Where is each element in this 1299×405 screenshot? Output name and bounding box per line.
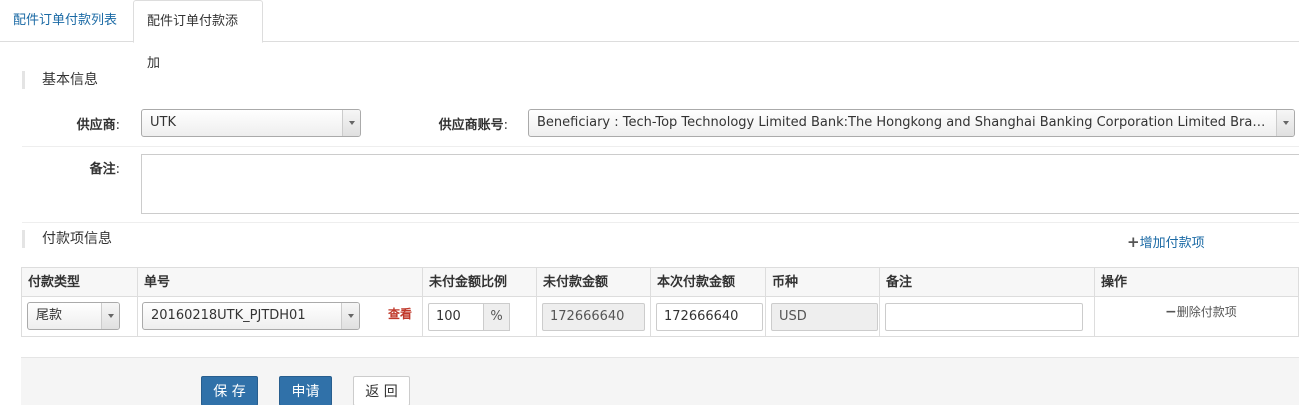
colon: :	[115, 162, 120, 177]
add-payment-item-label: 增加付款项	[1139, 236, 1205, 251]
chevron-down-icon	[101, 303, 119, 329]
table-cell	[880, 297, 1095, 337]
currency-input: USD	[771, 303, 878, 331]
chevron-down-icon	[341, 303, 359, 329]
tab-bar: 配件订单付款列表 配件订单付款添加	[0, 0, 1299, 71]
unpaid-ratio-input[interactable]: 100	[428, 303, 484, 331]
divider	[22, 222, 1299, 223]
unpaid-amount-input: 172666640	[542, 303, 645, 331]
supplier-select[interactable]: UTK	[141, 109, 361, 137]
percent-addon: %	[483, 303, 510, 331]
column-header: 本次付款金额	[651, 268, 766, 297]
add-payment-item-link[interactable]: +增加付款项	[1127, 232, 1205, 251]
section-title-basic: 基本信息	[22, 71, 98, 89]
table-header-row: 付款类型 单号 未付金额比例 未付款金额 本次付款金额 币种 备注 操作	[22, 268, 1298, 297]
remark-label: 备注:	[60, 158, 120, 177]
view-order-link[interactable]: 查看	[388, 305, 412, 322]
supplier-select-value: UTK	[150, 115, 176, 130]
colon: :	[115, 118, 120, 133]
account-label-text: 供应商账号	[438, 118, 504, 133]
table-cell: 尾款	[22, 297, 138, 337]
section-title-payment-items: 付款项信息	[22, 230, 112, 248]
apply-button[interactable]: 申请	[279, 376, 332, 405]
table-cell: USD	[766, 297, 880, 337]
column-header: 操作	[1101, 275, 1128, 290]
table-cell: 100 %	[423, 297, 537, 337]
column-header: 币种	[766, 268, 880, 297]
supplier-label-text: 供应商	[76, 118, 116, 133]
tab-payment-list[interactable]: 配件订单付款列表	[0, 0, 132, 42]
order-no-value: 20160218UTK_PJTDH01	[151, 308, 306, 323]
divider	[22, 146, 1299, 147]
back-button[interactable]: 返 回	[353, 376, 410, 405]
pay-amount-input[interactable]: 172666640	[656, 303, 763, 331]
table-cell: 20160218UTK_PJTDH01 查看	[138, 297, 423, 337]
payment-items-table: 付款类型 单号 未付金额比例 未付款金额 本次付款金额 币种 备注 操作 尾款 …	[21, 267, 1299, 337]
remark-textarea[interactable]	[141, 154, 1299, 214]
supplier-label: 供应商:	[60, 114, 120, 133]
column-header: 备注	[880, 268, 1095, 297]
minus-icon: −	[1165, 304, 1177, 320]
table-cell: 172666640	[651, 297, 766, 337]
plus-icon: +	[1127, 233, 1140, 251]
column-header: 未付金额比例	[423, 268, 537, 297]
account-select[interactable]: Beneficiary : Tech-Top Technology Limite…	[528, 109, 1295, 137]
item-remark-input[interactable]	[885, 303, 1083, 331]
table-cell: 172666640	[537, 297, 651, 337]
tab-payment-add[interactable]: 配件订单付款添加	[133, 0, 263, 71]
delete-payment-item-label: 删除付款项	[1176, 305, 1237, 319]
chevron-down-icon	[342, 110, 360, 136]
account-label: 供应商账号:	[420, 114, 508, 133]
column-header: 付款类型	[22, 268, 138, 297]
pay-type-select[interactable]: 尾款	[27, 302, 120, 330]
account-select-value: Beneficiary : Tech-Top Technology Limite…	[537, 115, 1294, 130]
delete-payment-item-link[interactable]: −删除付款项	[1165, 303, 1237, 320]
order-no-select[interactable]: 20160218UTK_PJTDH01	[142, 302, 360, 330]
column-header: 单号	[138, 268, 423, 297]
remark-label-text: 备注	[89, 162, 116, 177]
chevron-down-icon	[1276, 110, 1294, 136]
column-header: 未付款金额	[537, 268, 651, 297]
table-cell: −删除付款项	[1095, 297, 1299, 337]
save-button[interactable]: 保 存	[201, 376, 258, 405]
colon: :	[503, 118, 508, 133]
